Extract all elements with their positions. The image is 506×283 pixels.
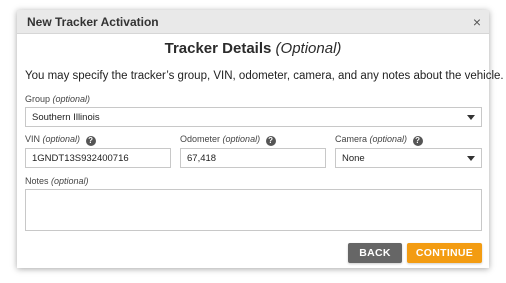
group-label-text: Group [25,94,51,104]
odometer-input-value: 67,418 [187,152,217,164]
back-button[interactable]: BACK [348,243,402,263]
odometer-optional-text: (optional) [222,134,261,144]
chevron-down-icon [467,155,475,161]
vin-input[interactable]: 1GNDT13S932400716 [25,148,171,168]
camera-optional-text: (optional) [369,134,408,144]
vin-label: VIN (optional) ? [25,134,96,146]
intro-text: You may specify the tracker’s group, VIN… [25,70,504,82]
group-optional-text: (optional) [52,94,91,104]
group-select-value: Southern Illinois [32,111,100,123]
tracker-activation-dialog: New Tracker Activation × Tracker Details… [17,10,504,268]
vin-label-text: VIN [25,134,41,144]
section-heading: Tracker Details (Optional) [17,40,489,60]
notes-label-text: Notes [25,176,49,186]
notes-label: Notes (optional) [25,176,89,186]
odometer-label-text: Odometer [180,134,221,144]
heading-main: Tracker Details [164,40,272,57]
dialog-title: New Tracker Activation [27,14,159,29]
vin-optional-text: (optional) [42,134,81,144]
close-icon[interactable]: × [473,15,481,29]
camera-label: Camera (optional) ? [335,134,423,146]
vin-input-value: 1GNDT13S932400716 [32,152,129,164]
notes-textarea[interactable] [25,189,482,231]
chevron-down-icon [467,114,475,120]
group-label: Group (optional) [25,94,90,104]
heading-optional: (Optional) [275,40,342,57]
help-icon[interactable]: ? [412,136,423,146]
group-select[interactable]: Southern Illinois [25,107,482,127]
odometer-input[interactable]: 67,418 [180,148,326,168]
odometer-label: Odometer (optional) ? [180,134,276,146]
help-icon[interactable]: ? [85,136,96,146]
camera-select-value: None [342,152,365,164]
dialog-titlebar: New Tracker Activation × [17,10,489,34]
camera-label-text: Camera [335,134,368,144]
notes-optional-text: (optional) [51,176,89,186]
continue-button[interactable]: CONTINUE [407,243,482,263]
help-icon[interactable]: ? [265,136,276,146]
camera-select[interactable]: None [335,148,482,168]
